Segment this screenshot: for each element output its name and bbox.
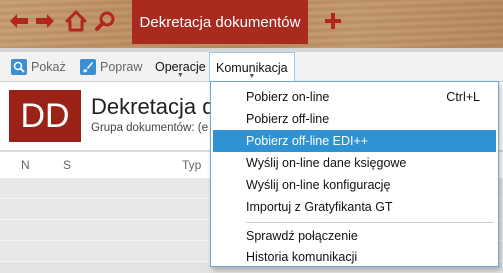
show-label: Pokaż (31, 59, 66, 74)
document-group-label: Grupa dokumentów: (e (91, 122, 208, 134)
shortcut-label: Ctrl+L (446, 90, 480, 104)
page-title: Dekretacja d (91, 94, 215, 119)
search-icon[interactable] (94, 10, 116, 32)
home-icon[interactable] (65, 10, 87, 32)
fix-label: Popraw (100, 59, 143, 74)
menu-item-check-connection[interactable]: Sprawdź połączenie (213, 225, 496, 247)
show-button[interactable]: Pokaż (11, 52, 66, 81)
column-header-typ[interactable]: Typ (182, 158, 201, 172)
menu-item-download-offline-edi[interactable]: Pobierz off-line EDI++ (213, 130, 496, 152)
operations-menu[interactable]: Operacje ▼ (155, 52, 206, 81)
menu-item-label: Wyślij on-line dane księgowe (246, 156, 407, 170)
module-logo: DD (9, 90, 81, 142)
toolbar: Pokaż Popraw Operacje ▼ Komunikacja ▼ (0, 52, 503, 82)
chevron-down-icon: ▼ (176, 72, 184, 79)
menu-item-label: Importuj z Gratyfikanta GT (246, 200, 393, 214)
menu-item-download-online[interactable]: Pobierz on-line Ctrl+L (213, 86, 496, 108)
menu-item-label: Pobierz off-line (246, 112, 330, 126)
menu-separator (246, 222, 494, 223)
menu-item-label: Wyślij on-line konfigurację (246, 178, 391, 192)
brush-icon (80, 58, 96, 75)
menu-item-label: Sprawdź połączenie (246, 229, 358, 243)
tab-dekretacja[interactable]: Dekretacja dokumentów (132, 0, 308, 44)
menu-item-import-gratyfikant[interactable]: Importuj z Gratyfikanta GT (213, 196, 496, 218)
column-header-n[interactable]: N (21, 158, 30, 172)
communication-dropdown: Pobierz on-line Ctrl+L Pobierz off-line … (210, 81, 499, 267)
arrow-left-icon[interactable] (8, 10, 30, 32)
fix-button[interactable]: Popraw (80, 52, 142, 81)
menu-item-download-offline[interactable]: Pobierz off-line (213, 108, 496, 130)
chevron-down-icon: ▼ (248, 73, 256, 80)
menu-item-label: Pobierz on-line (246, 90, 330, 104)
menu-item-send-config[interactable]: Wyślij on-line konfigurację (213, 174, 496, 196)
menu-item-history[interactable]: Historia komunikacji (213, 246, 496, 268)
menu-item-label: Pobierz off-line EDI++ (246, 134, 369, 148)
top-bar: Dekretacja dokumentów (0, 0, 503, 48)
column-header-s[interactable]: S (63, 158, 71, 172)
menu-item-send-accounting[interactable]: Wyślij on-line dane księgowe (213, 152, 496, 174)
arrow-right-icon[interactable] (34, 10, 56, 32)
logo-text: DD (20, 96, 70, 135)
communication-menu[interactable]: Komunikacja ▼ (209, 52, 295, 82)
tab-label: Dekretacja dokumentów (139, 13, 301, 31)
menu-item-label: Historia komunikacji (246, 250, 358, 264)
plus-icon[interactable] (322, 10, 344, 32)
magnifier-icon (11, 58, 27, 75)
